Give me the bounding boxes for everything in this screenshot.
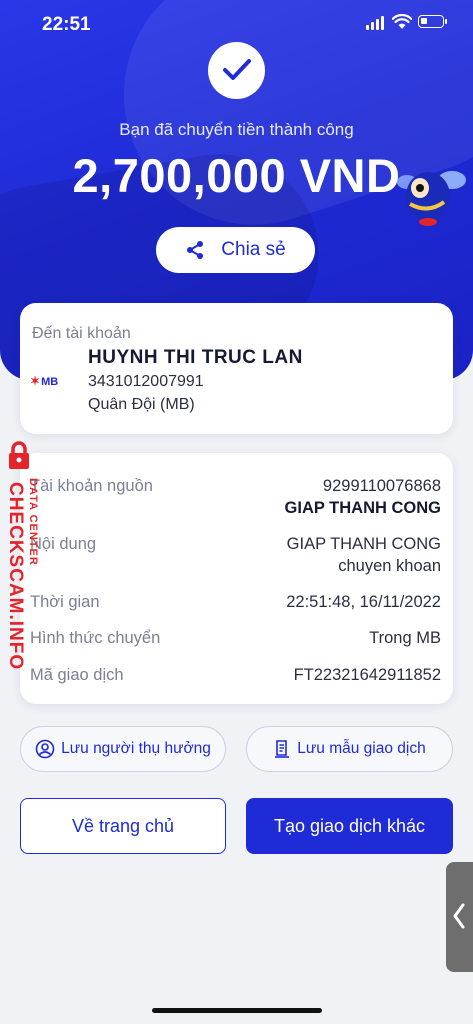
recipient-bank: Quân Đội (MB) <box>88 396 195 413</box>
bee-mascot-icon <box>397 171 466 226</box>
detail-label-transaction-id: Mã giao dịch <box>30 666 124 684</box>
home-indicator[interactable] <box>152 1008 322 1013</box>
chevron-left-icon <box>453 903 465 929</box>
user-icon <box>35 739 55 759</box>
share-button[interactable]: Chia sẻ <box>156 227 315 273</box>
detail-value-source-account: 9299110076868 <box>322 477 441 495</box>
detail-value-content-2: chuyen khoan <box>338 557 441 575</box>
wifi-icon <box>392 14 412 29</box>
detail-value-source-name: GIAP THANH CONG <box>284 499 441 517</box>
side-drawer-handle[interactable] <box>446 862 473 972</box>
save-template-button[interactable]: Lưu mẫu giao dịch <box>246 726 453 772</box>
lock-icon <box>9 441 29 469</box>
share-label: Chia sẻ <box>221 239 286 260</box>
watermark-text: CHECKSCAM.INFO <box>5 482 26 671</box>
watermark: CHECKSCAM.INFO DATA CENTER <box>0 438 52 671</box>
save-beneficiary-label: Lưu người thụ hưởng <box>61 740 211 757</box>
recipient-card: Đến tài khoản ✶MB HUYNH THI TRUC LAN 343… <box>20 303 453 434</box>
status-time: 22:51 <box>42 14 91 35</box>
save-beneficiary-button[interactable]: Lưu người thụ hưởng <box>20 726 226 772</box>
signal-icon <box>366 16 384 30</box>
recipient-account: 3431012007991 <box>88 373 204 390</box>
success-check-icon <box>208 42 265 99</box>
mb-bank-logo: ✶MB <box>30 374 59 388</box>
save-template-label: Lưu mẫu giao dịch <box>297 740 426 757</box>
detail-value-transaction-id: FT22321642911852 <box>293 666 441 684</box>
recipient-label: Đến tài khoản <box>32 325 131 342</box>
success-message: Bạn đã chuyển tiền thành công <box>119 120 354 139</box>
new-transaction-button[interactable]: Tạo giao dịch khác <box>246 798 453 854</box>
battery-icon <box>418 15 447 28</box>
watermark-subtext: DATA CENTER <box>27 478 39 566</box>
home-button[interactable]: Về trang chủ <box>20 798 226 854</box>
document-icon <box>275 740 290 758</box>
detail-value-content: GIAP THANH CONG <box>286 535 441 553</box>
detail-value-time: 22:51:48, 16/11/2022 <box>286 593 441 611</box>
share-icon <box>187 241 204 259</box>
detail-value-method: Trong MB <box>369 629 441 647</box>
transaction-details-card: Tài khoản nguồn 9299110076868 GIAP THANH… <box>20 453 453 704</box>
recipient-name: HUYNH THI TRUC LAN <box>88 347 303 368</box>
